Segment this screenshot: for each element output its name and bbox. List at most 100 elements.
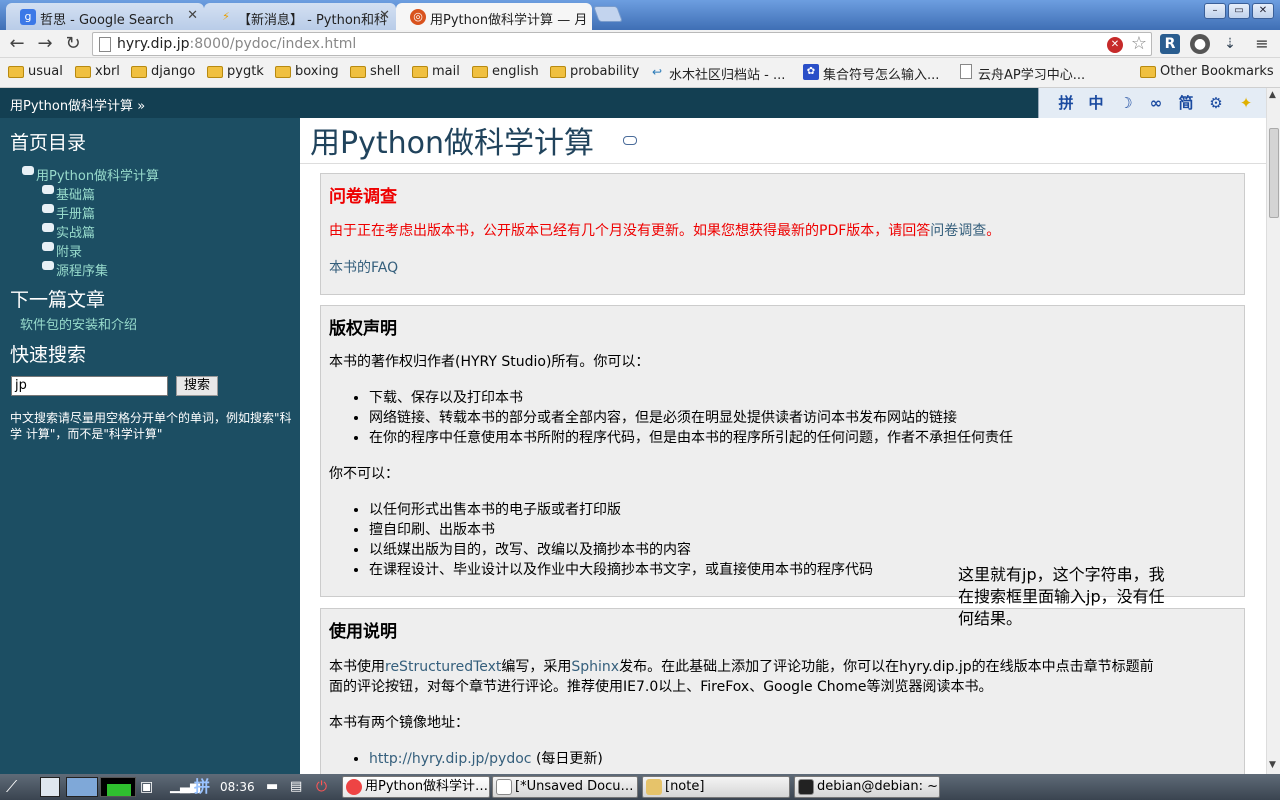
- stop-icon[interactable]: ✕: [1107, 37, 1123, 53]
- bookmark-folder-usual[interactable]: usual: [8, 64, 63, 79]
- next-article-link[interactable]: 软件包的安装和介绍: [20, 314, 137, 333]
- power-icon[interactable]: ⏻: [316, 777, 338, 797]
- task-note[interactable]: [note]: [642, 776, 790, 798]
- show-desktop-icon[interactable]: [40, 777, 60, 797]
- task-unsaved-doc[interactable]: [*Unsaved Docu…: [492, 776, 638, 798]
- google-favicon-icon: g: [20, 9, 36, 25]
- main-content: 用Python做科学计算 问卷调查 由于正在考虑出版本书，公开版本已经有几个月没…: [300, 118, 1266, 774]
- r-extension-icon[interactable]: R: [1160, 34, 1180, 54]
- toc-link[interactable]: 手册篇: [56, 207, 95, 222]
- bookmark-folder-boxing[interactable]: boxing: [275, 64, 339, 79]
- start-menu-icon[interactable]: ⟋: [6, 777, 17, 797]
- close-tab-icon[interactable]: ✕: [187, 8, 198, 23]
- reload-icon[interactable]: ↻: [62, 33, 84, 55]
- toc-item-basics[interactable]: 基础篇: [42, 184, 95, 203]
- page-scrollbar[interactable]: ▲ ▼: [1266, 88, 1280, 774]
- toc-link[interactable]: 用Python做科学计算: [36, 169, 159, 184]
- bookmark-folder-other[interactable]: Other Bookmarks: [1140, 64, 1274, 79]
- scroll-down-icon[interactable]: ▼: [1269, 760, 1276, 770]
- chinese-mode-icon[interactable]: 中: [1085, 93, 1107, 113]
- usage-paragraph: 本书使用reStructuredText编写，采用Sphinx发布。在此基础上添…: [329, 657, 1239, 697]
- half-width-icon[interactable]: ☽: [1115, 93, 1137, 113]
- bookmark-folder-django[interactable]: django: [131, 64, 195, 79]
- simplified-chinese-icon[interactable]: 简: [1175, 93, 1197, 113]
- list-item: 在课程设计、毕业设计以及作业中大段摘抄本书文字，或直接使用本书的程序代码: [369, 560, 873, 580]
- browser-toolbar: ← → ↻ hyry.dip.jp:8000/pydoc/index.html …: [0, 30, 1280, 58]
- back-arrow-icon[interactable]: ←: [6, 33, 28, 55]
- bookmark-folder-pygtk[interactable]: pygtk: [207, 64, 264, 79]
- tab-new-message[interactable]: ⚡ 【新消息】 - Python和科 ✕: [204, 3, 396, 30]
- screen-lock-icon[interactable]: ▤: [290, 777, 310, 797]
- comment-icon: [42, 242, 54, 251]
- mirror-link[interactable]: http://hyry.dip.jp/pydoc: [369, 751, 531, 767]
- close-window-button[interactable]: ✕: [1252, 3, 1274, 19]
- sparkle-icon[interactable]: ✦: [1235, 93, 1257, 113]
- toc-item-manual[interactable]: 手册篇: [42, 203, 95, 222]
- sphinx-link[interactable]: Sphinx: [571, 659, 619, 675]
- folder-icon: [472, 66, 488, 78]
- maximize-window-button[interactable]: ▭: [1228, 3, 1250, 19]
- pinyin-icon[interactable]: 拼: [1055, 93, 1077, 113]
- settings-gear-icon[interactable]: ⚙: [1205, 93, 1227, 113]
- survey-link[interactable]: 问卷调查: [930, 223, 986, 239]
- download-extension-icon[interactable]: ⇣: [1220, 34, 1240, 54]
- task-label: [note]: [665, 779, 705, 794]
- folder-icon: [8, 66, 24, 78]
- close-tab-icon[interactable]: ✕: [379, 8, 390, 23]
- search-input[interactable]: jp: [11, 376, 168, 396]
- folder-icon: [350, 66, 366, 78]
- comment-icon[interactable]: [623, 136, 637, 145]
- task-chrome[interactable]: 用Python做科学计…: [342, 776, 490, 798]
- bookmark-set-symbol[interactable]: ✿ 集合符号怎么输入...: [803, 64, 939, 83]
- tab-google-search[interactable]: g 哲思 - Google Search ✕: [6, 3, 204, 30]
- scroll-thumb[interactable]: [1269, 128, 1279, 218]
- toc-link[interactable]: 附录: [56, 245, 82, 260]
- toc-link[interactable]: 基础篇: [56, 188, 95, 203]
- annotation-note: 这里就有jp，这个字符串，我在搜索框里面输入jp，没有任何结果。: [958, 565, 1165, 628]
- cannot-intro: 你不可以：: [329, 466, 399, 482]
- globe-extension-icon[interactable]: ●: [1190, 34, 1210, 54]
- forward-arrow-icon[interactable]: →: [34, 33, 56, 55]
- toc-link[interactable]: 实战篇: [56, 226, 95, 241]
- folder-icon: [207, 66, 223, 78]
- menu-icon[interactable]: ≡: [1252, 34, 1272, 54]
- toc-item-practice[interactable]: 实战篇: [42, 222, 95, 241]
- bookmark-folder-probability[interactable]: probability: [550, 64, 639, 79]
- scroll-up-icon[interactable]: ▲: [1269, 90, 1276, 100]
- comment-icon: [42, 261, 54, 270]
- toc-link[interactable]: 源程序集: [56, 264, 108, 279]
- bookmark-label: 云舟AP学习中心...: [978, 68, 1086, 83]
- search-button[interactable]: 搜索: [176, 376, 218, 396]
- bookmark-yunzhou[interactable]: 云舟AP学习中心...: [958, 64, 1085, 83]
- breadcrumb-link[interactable]: 用Python做科学计算 »: [10, 95, 145, 114]
- terminal-launcher-icon[interactable]: ▣: [140, 777, 160, 797]
- address-bar[interactable]: hyry.dip.jp:8000/pydoc/index.html ✕ ☆: [92, 32, 1152, 56]
- ime-toolbar: 拼 中 ☽ ∞ 简 ⚙ ✦: [1038, 88, 1266, 118]
- minimize-window-button[interactable]: –: [1204, 3, 1226, 19]
- bookmark-star-icon[interactable]: ☆: [1131, 33, 1147, 54]
- tab-pydoc[interactable]: ◎ 用Python做科学计算 — 月: [396, 3, 592, 30]
- input-method-icon[interactable]: 拼: [194, 777, 216, 797]
- bookmark-label: usual: [28, 64, 63, 79]
- bookmark-folder-english[interactable]: english: [472, 64, 539, 79]
- list-item: 在你的程序中任意使用本书所附的程序代码，但是由本书的程序所引起的任何问题，作者不…: [369, 428, 1013, 448]
- toc-item-appendix[interactable]: 附录: [42, 241, 82, 260]
- new-tab-button[interactable]: [593, 6, 623, 22]
- eject-icon[interactable]: ▬: [266, 777, 286, 797]
- bookmark-folder-shell[interactable]: shell: [350, 64, 400, 79]
- bookmark-label: shell: [370, 64, 401, 79]
- list-item: 以纸媒出版为目的，改写、改编以及摘抄本书的内容: [369, 540, 873, 560]
- mirrors-intro: 本书有两个镜像地址：: [329, 715, 469, 731]
- bookmark-shuimu[interactable]: ↩ 水木社区归档站 - ...: [649, 64, 785, 83]
- faq-link[interactable]: 本书的FAQ: [329, 258, 398, 278]
- toc-item-sources[interactable]: 源程序集: [42, 260, 108, 279]
- punctuation-icon[interactable]: ∞: [1145, 93, 1167, 113]
- toc-item-root[interactable]: 用Python做科学计算: [22, 165, 159, 184]
- workspace-switcher-icon[interactable]: [66, 777, 98, 797]
- bookmark-folder-mail[interactable]: mail: [412, 64, 460, 79]
- restructuredtext-link[interactable]: reStructuredText: [385, 659, 501, 675]
- bookmark-folder-xbrl[interactable]: xbrl: [75, 64, 120, 79]
- survey-body: 由于正在考虑出版本书，公开版本已经有几个月没有更新。如果您想获得最新的PDF版本…: [329, 223, 931, 239]
- task-terminal[interactable]: debian@debian: ~: [794, 776, 940, 798]
- bookmark-label: django: [151, 64, 196, 79]
